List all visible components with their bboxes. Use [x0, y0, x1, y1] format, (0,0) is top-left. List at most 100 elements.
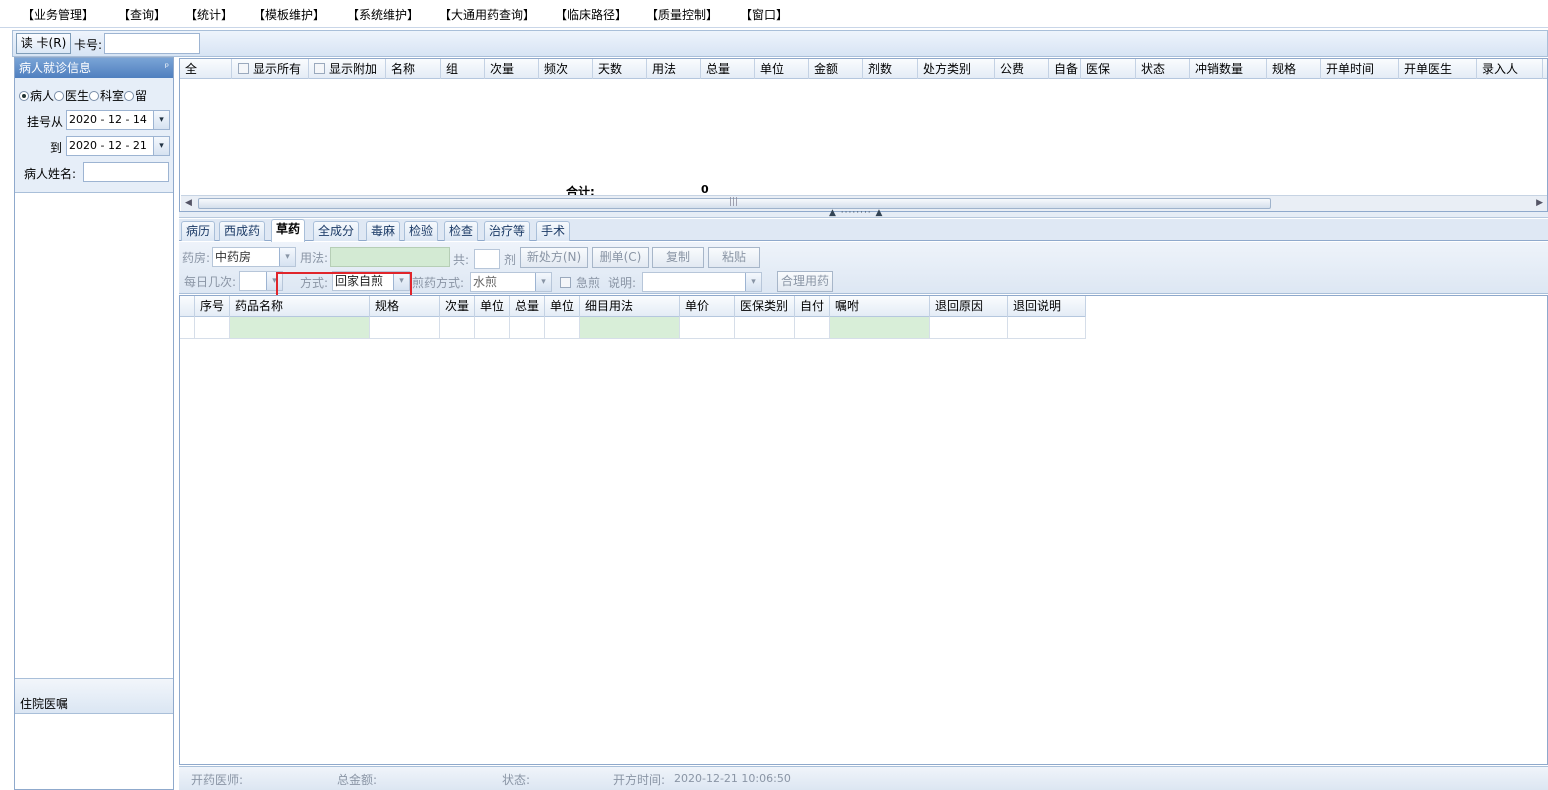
- col-select-all[interactable]: 全: [180, 59, 232, 79]
- menu-statistics[interactable]: 【统计】: [185, 6, 233, 23]
- tab-treatment[interactable]: 治疗等: [484, 221, 531, 241]
- rational-drug-button[interactable]: 合理用药: [777, 271, 833, 292]
- col-seq[interactable]: 序号: [195, 296, 230, 317]
- col-doses[interactable]: 剂数: [863, 59, 918, 79]
- cell-drug-name[interactable]: [230, 317, 370, 339]
- read-card-button[interactable]: 读 卡(R): [16, 33, 71, 54]
- splitter[interactable]: ▲ ········ ▲: [179, 208, 1548, 218]
- col-public-fee[interactable]: 公费: [995, 59, 1049, 79]
- reg-from-date[interactable]: 2020 - 12 - 14 ▾: [66, 110, 170, 130]
- col-reversal-qty[interactable]: 冲销数量: [1190, 59, 1267, 79]
- reg-to-date[interactable]: 2020 - 12 - 21 ▾: [66, 136, 170, 156]
- dropdown-arrow-icon[interactable]: ▾: [745, 273, 761, 291]
- patient-list[interactable]: [15, 194, 173, 678]
- col-spec[interactable]: 规格: [1267, 59, 1321, 79]
- col-unit[interactable]: 单位: [475, 296, 510, 317]
- cell-self-pay[interactable]: [795, 317, 830, 339]
- col-instruction[interactable]: 嘱咐: [830, 296, 930, 317]
- new-prescription-button[interactable]: 新处方(N): [520, 247, 588, 268]
- cell-seq[interactable]: [195, 317, 230, 339]
- tab-all-ingredients[interactable]: 全成分: [313, 221, 360, 241]
- card-no-input[interactable]: [104, 33, 200, 54]
- row-selector-header[interactable]: [180, 296, 195, 317]
- radio-doctor[interactable]: 医生: [54, 89, 89, 103]
- cell-detail-usage[interactable]: [580, 317, 680, 339]
- scrollbar-thumb[interactable]: |||: [198, 197, 1271, 209]
- delete-prescription-button[interactable]: 删单(C): [592, 247, 649, 268]
- checkbox-icon[interactable]: [238, 63, 249, 74]
- col-total-unit[interactable]: 单位: [545, 296, 580, 317]
- usage-input[interactable]: [330, 247, 450, 267]
- col-group[interactable]: 组: [441, 59, 485, 79]
- col-total[interactable]: 总量: [701, 59, 755, 79]
- cell-unit[interactable]: [475, 317, 510, 339]
- menu-template[interactable]: 【模板维护】: [253, 6, 325, 23]
- cell-unit-price[interactable]: [680, 317, 735, 339]
- col-detail-usage[interactable]: 细目用法: [580, 296, 680, 317]
- menu-business[interactable]: 【业务管理】: [22, 6, 94, 23]
- menu-clinical-path[interactable]: 【临床路径】: [555, 6, 627, 23]
- radio-patient[interactable]: 病人: [19, 89, 54, 103]
- cell-total-unit[interactable]: [545, 317, 580, 339]
- col-show-all[interactable]: 显示所有: [232, 59, 309, 79]
- col-dose[interactable]: 次量: [440, 296, 475, 317]
- tab-medical-record[interactable]: 病历: [181, 221, 216, 241]
- scroll-right-icon[interactable]: ▶: [1536, 198, 1543, 208]
- col-total[interactable]: 总量: [510, 296, 545, 317]
- col-name[interactable]: 名称: [386, 59, 441, 79]
- col-days[interactable]: 天数: [593, 59, 647, 79]
- col-usage[interactable]: 用法: [647, 59, 701, 79]
- tab-western-medicine[interactable]: 西成药: [219, 221, 266, 241]
- col-dose[interactable]: 次量: [485, 59, 539, 79]
- total-doses-input[interactable]: [474, 249, 500, 269]
- menu-drug-query[interactable]: 【大通用药查询】: [439, 6, 535, 23]
- col-order-doctor[interactable]: 开单医生: [1399, 59, 1477, 79]
- dropdown-arrow-icon[interactable]: ▾: [153, 111, 169, 129]
- radio-department[interactable]: 科室: [89, 89, 124, 103]
- tab-examination[interactable]: 检查: [444, 221, 479, 241]
- cell-insurance-type[interactable]: [735, 317, 795, 339]
- col-return-note[interactable]: 退回说明: [1008, 296, 1086, 317]
- tab-herbal-medicine[interactable]: 草药: [271, 219, 306, 242]
- dropdown-arrow-icon[interactable]: ▾: [535, 273, 551, 291]
- patient-name-input[interactable]: [83, 162, 169, 182]
- dropdown-arrow-icon[interactable]: ▾: [279, 248, 295, 266]
- col-self-prepared[interactable]: 自备: [1049, 59, 1081, 79]
- menu-system[interactable]: 【系统维护】: [347, 6, 419, 23]
- cell-spec[interactable]: [370, 317, 440, 339]
- note-select[interactable]: ▾: [642, 272, 762, 292]
- col-drug-name[interactable]: 药品名称: [230, 296, 370, 317]
- col-return-reason[interactable]: 退回原因: [930, 296, 1008, 317]
- cell-total[interactable]: [510, 317, 545, 339]
- menu-window[interactable]: 【窗口】: [740, 6, 788, 23]
- col-show-extra[interactable]: 显示附加: [309, 59, 386, 79]
- scroll-left-icon[interactable]: ◀: [185, 198, 192, 208]
- col-insurance-type[interactable]: 医保类别: [735, 296, 795, 317]
- dropdown-arrow-icon[interactable]: ▾: [153, 137, 169, 155]
- menu-query[interactable]: 【查询】: [118, 6, 166, 23]
- inpatient-orders-header[interactable]: 住院医嘱: [15, 678, 173, 714]
- radio-stay[interactable]: 留: [124, 89, 147, 103]
- row-selector[interactable]: [180, 317, 195, 339]
- splitter-grip-icon[interactable]: ▲ ········ ▲: [829, 208, 883, 218]
- col-status[interactable]: 状态: [1136, 59, 1190, 79]
- col-rx-type[interactable]: 处方类别: [918, 59, 995, 79]
- col-insurance[interactable]: 医保: [1081, 59, 1136, 79]
- urgent-checkbox[interactable]: [560, 277, 571, 288]
- col-amount[interactable]: 金额: [809, 59, 863, 79]
- cell-dose[interactable]: [440, 317, 475, 339]
- col-entered-by[interactable]: 录入人: [1477, 59, 1543, 79]
- checkbox-icon[interactable]: [314, 63, 325, 74]
- copy-button[interactable]: 复制: [652, 247, 704, 268]
- cell-instruction[interactable]: [830, 317, 930, 339]
- decoct-select[interactable]: 水煎 ▾: [470, 272, 552, 292]
- paste-button[interactable]: 粘贴: [708, 247, 760, 268]
- cell-return-reason[interactable]: [930, 317, 1008, 339]
- tab-lab-test[interactable]: 检验: [404, 221, 439, 241]
- col-spec[interactable]: 规格: [370, 296, 440, 317]
- pharmacy-select[interactable]: 中药房 ▾: [212, 247, 296, 267]
- col-unit-price[interactable]: 单价: [680, 296, 735, 317]
- menu-quality[interactable]: 【质量控制】: [646, 6, 718, 23]
- cell-return-note[interactable]: [1008, 317, 1086, 339]
- tab-surgery[interactable]: 手术: [536, 221, 571, 241]
